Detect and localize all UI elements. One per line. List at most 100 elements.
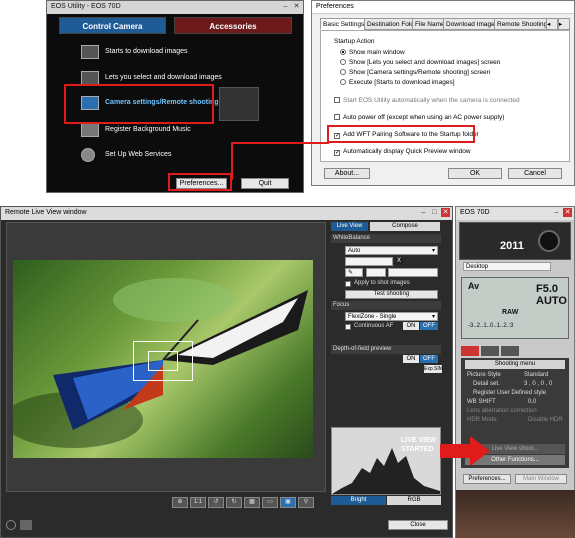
maximize-icon[interactable]: □	[430, 208, 439, 217]
wb-select[interactable]: Auto ▾	[345, 246, 438, 255]
highlight-box-preferences	[168, 173, 232, 191]
highlight-box-wft	[327, 125, 475, 143]
cancel-button[interactable]: Cancel	[508, 168, 562, 179]
radio-select-download[interactable]: Show [Lets you select and download image…	[340, 59, 500, 66]
menu-starts-download[interactable]: Starts to download images	[105, 46, 188, 58]
aperture-value[interactable]: F5.0	[536, 283, 558, 295]
close-icon[interactable]: ✕	[292, 2, 301, 11]
row-label: Detail set.	[473, 381, 500, 387]
exp-sim-badge: Exp.SIM	[424, 365, 443, 373]
histogram-bright-tab[interactable]: Bright	[331, 496, 386, 505]
dof-off-button[interactable]: OFF	[420, 355, 438, 363]
image-quality-raw[interactable]: RAW	[502, 309, 518, 316]
checkbox-label: Continuous AF	[354, 323, 394, 329]
checkbox-start-automatically[interactable]: Start EOS Utility automatically when the…	[334, 97, 520, 104]
ok-button[interactable]: OK	[448, 168, 502, 179]
camera-title-bar: EOS 70D ✕ –	[456, 207, 574, 220]
minimize-icon[interactable]: –	[552, 208, 561, 217]
white-balance-header: WhiteBalance	[331, 234, 441, 243]
tab-control-camera[interactable]: Control Camera	[59, 17, 166, 34]
zoom-100-icon[interactable]: 1:1	[190, 497, 206, 508]
settings-icon[interactable]	[6, 520, 16, 530]
menu-row-detail-set[interactable]: Detail set. 3 , 0 , 0 , 0	[464, 380, 569, 388]
menu-row-hdr-mode[interactable]: HDR Mode Disable HDR	[464, 416, 569, 424]
menu-row-lens-aberration[interactable]: Lens aberration correction	[464, 407, 569, 415]
rotate-right-icon[interactable]: ↻	[226, 497, 242, 508]
radio-execute-download[interactable]: Execute [Starts to download images]	[340, 79, 455, 86]
af-off-button[interactable]: OFF	[420, 322, 438, 330]
radio-label: Execute [Starts to download images]	[349, 79, 455, 86]
exposure-scale[interactable]: -3..2..1..0..1..2.:3	[468, 323, 513, 329]
chevron-down-icon: ▾	[431, 314, 435, 320]
wb-slider[interactable]	[366, 268, 386, 277]
checkbox-auto-power-off[interactable]: Auto power off (except when using an AC …	[334, 114, 504, 121]
flash-tab-icon[interactable]	[481, 346, 499, 356]
camera-year: 2011	[500, 240, 524, 252]
aspect-icon[interactable]: ▭	[262, 497, 278, 508]
save-destination[interactable]: Desktop	[463, 262, 551, 271]
tab-basic-settings[interactable]: Basic Settings	[320, 18, 368, 30]
preferences-window: Preferences Basic Settings Destination F…	[311, 0, 575, 186]
live-view-title: Remote Live View window	[5, 209, 87, 216]
tab-compose[interactable]: Compose	[370, 222, 440, 231]
row-value: 0,0	[528, 399, 537, 405]
tools-tab-icon[interactable]	[501, 346, 519, 356]
histogram-rgb-tab[interactable]: RGB	[387, 496, 441, 505]
camera-preferences-button[interactable]: Preferences...	[463, 474, 511, 484]
af-on-button[interactable]: ON	[403, 322, 419, 330]
camera-icon[interactable]	[20, 520, 32, 530]
checkbox-label: Automatically display Quick Preview wind…	[343, 148, 471, 155]
menu-select-download[interactable]: Lets you select and download images	[105, 72, 222, 84]
checkbox-apply-shot[interactable]: ✓ Apply to shot images	[345, 280, 410, 287]
tab-scroll-left[interactable]: ◂	[546, 18, 558, 30]
preferences-title: Preferences	[316, 3, 354, 10]
radio-show-main-window[interactable]: Show main window	[340, 49, 405, 56]
menu-web-services[interactable]: Set Up Web Services	[105, 149, 171, 161]
about-button[interactable]: About...	[324, 168, 370, 179]
main-window-button[interactable]: Main Window	[515, 474, 567, 484]
menu-row-register-style[interactable]: Register User Defined style	[464, 389, 569, 397]
test-shooting-button[interactable]: Test shooting	[345, 290, 438, 299]
shooting-tab-icon[interactable]	[461, 346, 479, 356]
zoom-frame[interactable]	[148, 351, 178, 371]
focus-mode-select[interactable]: FlexiZone - Single ▾	[345, 312, 438, 321]
iso-value[interactable]: AUTO	[536, 295, 567, 307]
tab-download-images[interactable]: Download Images	[443, 18, 502, 30]
mode-av[interactable]: Av	[468, 281, 479, 291]
menu-background-music[interactable]: Register Background Music	[105, 124, 191, 136]
tab-remote-shooting[interactable]: Remote Shooting	[494, 18, 551, 30]
eyedropper-icon[interactable]: ✎	[345, 268, 363, 277]
close-icon[interactable]: ✕	[441, 208, 450, 217]
radio-label: Show main window	[349, 49, 405, 56]
close-icon[interactable]: ✕	[563, 208, 572, 217]
download-icon	[81, 45, 99, 59]
row-value: Disable HDR	[528, 417, 563, 423]
zoom-fit-icon[interactable]: ⊕	[172, 497, 188, 508]
dof-on-button[interactable]: ON	[403, 355, 419, 363]
row-label: Picture Style	[467, 372, 501, 378]
camera-lcd: Av F5.0 AUTO RAW -3..2..1..0..1..2.:3	[461, 277, 569, 339]
shooting-menu-button[interactable]: Shooting menu	[465, 360, 565, 369]
live-close-button[interactable]: Close	[388, 520, 448, 530]
focus-header: Focus	[331, 301, 441, 310]
tab-accessories[interactable]: Accessories	[174, 17, 292, 34]
grid-icon[interactable]: ▦	[244, 497, 260, 508]
minimize-icon[interactable]: –	[419, 208, 428, 217]
rotate-left-icon[interactable]: ↺	[208, 497, 224, 508]
desktop-label: Desktop	[466, 264, 489, 270]
menu-row-picture-style[interactable]: Picture Style Standard	[464, 371, 569, 379]
wb-preview-field	[345, 257, 393, 266]
row-label: WB SHIFT	[467, 399, 496, 405]
checkbox-quick-preview[interactable]: ✓ Automatically display Quick Preview win…	[334, 148, 471, 156]
radio-label: Show [Lets you select and download image…	[349, 59, 501, 66]
magnify-icon[interactable]: ⚲	[298, 497, 314, 508]
radio-camera-settings[interactable]: Show [Camera settings/Remote shooting] s…	[340, 69, 490, 76]
menu-row-wb-shift[interactable]: WB SHIFT 0,0	[464, 398, 569, 406]
minimize-icon[interactable]: –	[281, 2, 290, 11]
tab-scroll-right[interactable]: ▸	[558, 18, 570, 30]
display-icon[interactable]: ▣	[280, 497, 296, 508]
tab-live-view[interactable]: Live View	[331, 222, 368, 231]
checkbox-continuous-af[interactable]: ✓ Continuous AF	[345, 323, 393, 330]
wb-x-icon[interactable]: X	[395, 257, 403, 265]
preferences-title-bar: Preferences	[312, 1, 574, 14]
